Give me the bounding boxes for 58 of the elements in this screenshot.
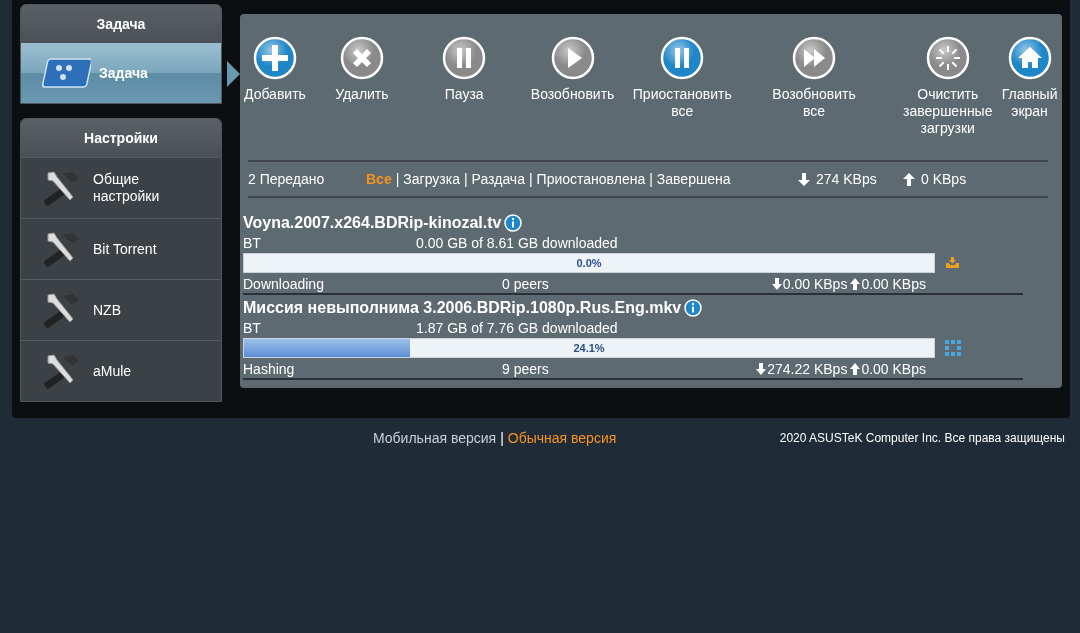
sidebar-item[interactable]: Задача <box>21 43 221 103</box>
torrent-name: Миссия невыполнима 3.2006.BDRip.1080p.Rus.Eng.mkv <box>243 299 682 317</box>
pointer-arrow-icon <box>227 61 240 87</box>
separator: | <box>463 171 468 187</box>
separator: | <box>649 171 653 187</box>
down-arrow-icon <box>771 277 782 290</box>
torrent-type: BT <box>243 234 262 251</box>
toolbar-button[interactable]: Главный экран <box>997 36 1062 120</box>
download-speed: 274.22 KBps <box>767 360 848 377</box>
transfer-count: 2 Передано <box>248 171 326 187</box>
info-icon[interactable] <box>684 299 703 317</box>
download-tray-icon <box>945 257 960 269</box>
separator: | <box>500 430 504 446</box>
up-arrow-icon <box>903 172 915 186</box>
toolbar-button[interactable]: Приостановить все <box>632 36 732 120</box>
progress-percent: 24.1% <box>572 341 606 356</box>
upload-speed: 0.00 KBps <box>861 360 926 377</box>
up-arrow-icon <box>850 362 861 375</box>
download-speed: 0.00 KBps <box>782 275 848 292</box>
copyright-text: 2020 ASUSTeK Computer Inc. Все права защищены <box>779 431 1065 445</box>
sidebar-heading: Настройки <box>21 119 221 157</box>
filter-link[interactable]: Приостановлена <box>536 171 646 187</box>
toolbar-button[interactable]: Добавить <box>244 36 306 103</box>
torrent-type: BT <box>243 319 262 336</box>
info-icon[interactable] <box>504 214 523 232</box>
torrent-size: 1.87 GB of 7.76 GB downloaded <box>416 319 618 336</box>
sidebar-item[interactable]: Общие настройки <box>21 157 221 218</box>
separator: | <box>395 171 400 187</box>
filter-link[interactable]: Загрузка <box>403 171 460 187</box>
peer-count: 9 peers <box>502 360 550 377</box>
filter-link[interactable]: Раздача <box>471 171 525 187</box>
torrent-name: Voyna.2007.x264.BDRip-kinozal.tv <box>243 214 502 232</box>
torrent-status: Hashing <box>243 360 296 377</box>
torrent-size: 0.00 GB of 8.61 GB downloaded <box>416 234 618 251</box>
toolbar-button[interactable]: Пауза <box>417 36 511 103</box>
torrent-status: Downloading <box>243 275 325 292</box>
down-arrow-icon <box>798 172 810 186</box>
sidebar-item[interactable]: aMule <box>21 340 221 401</box>
progress-percent: 0.0% <box>575 256 603 271</box>
footer-link[interactable]: Обычная версия <box>507 430 617 446</box>
toolbar-button[interactable]: Возобновить <box>524 36 621 103</box>
toolbar-button[interactable]: Возобновить все <box>767 36 861 120</box>
grid-icon <box>945 340 961 356</box>
up-arrow-icon <box>850 277 861 290</box>
sidebar-item[interactable]: Bit Torrent <box>21 218 221 279</box>
sidebar-heading: Задача <box>21 5 221 43</box>
filter-link[interactable]: Завершена <box>656 171 731 187</box>
peer-count: 0 peers <box>502 275 550 292</box>
toolbar-button[interactable]: Очистить завершенные загрузки <box>902 36 994 137</box>
down-arrow-icon <box>756 362 767 375</box>
sidebar-item[interactable]: NZB <box>21 279 221 340</box>
footer-link[interactable]: Мобильная версия <box>373 430 497 446</box>
toolbar-button[interactable]: Удалить <box>323 36 400 103</box>
tablet-icon <box>39 55 91 91</box>
separator: | <box>528 171 533 187</box>
download-speed: 274 KBps <box>816 171 877 187</box>
upload-speed: 0 KBps <box>921 171 967 187</box>
upload-speed: 0.00 KBps <box>861 275 926 292</box>
